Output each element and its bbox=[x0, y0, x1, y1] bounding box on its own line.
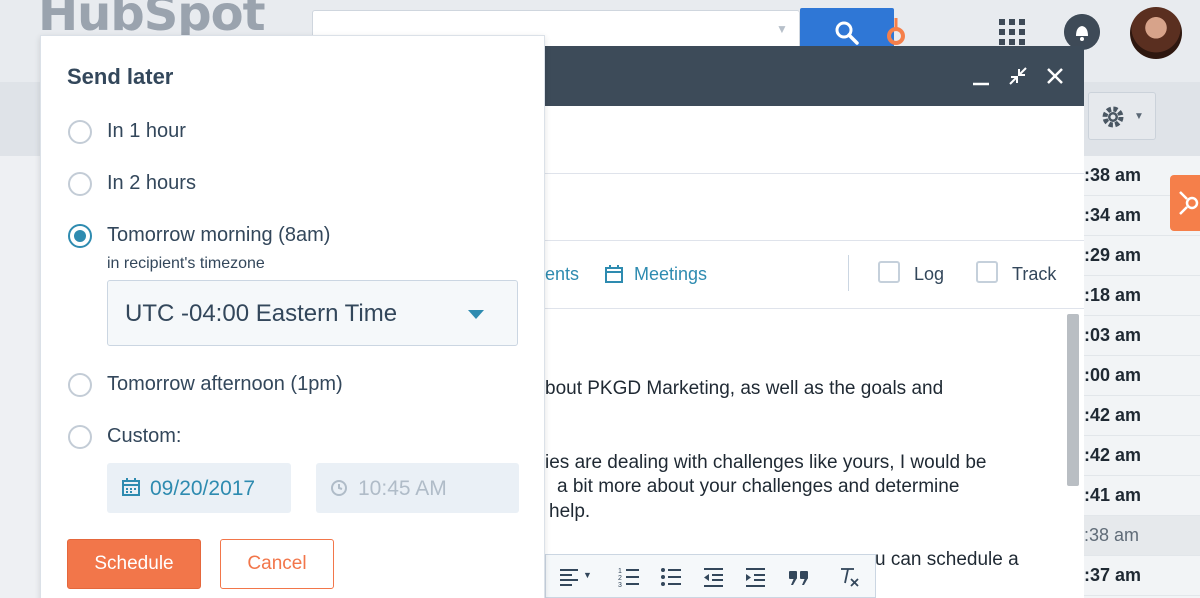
timestamp: :29 am bbox=[1084, 245, 1142, 265]
recipient-field[interactable] bbox=[545, 106, 1084, 174]
timestamp: :41 am bbox=[1084, 485, 1142, 505]
email-body-line[interactable]: help. bbox=[549, 501, 590, 523]
option-label[interactable]: Tomorrow afternoon (1pm) bbox=[107, 373, 343, 396]
timestamp: :38 am bbox=[1084, 165, 1142, 185]
svg-text:1: 1 bbox=[618, 568, 622, 575]
list-item: :37 am bbox=[1084, 556, 1200, 596]
clear-formatting-icon[interactable] bbox=[838, 566, 860, 588]
email-body-line[interactable]: ies are dealing with challenges like you… bbox=[545, 452, 986, 474]
timestamp: :42 am bbox=[1084, 445, 1142, 465]
svg-text:2: 2 bbox=[618, 575, 622, 582]
list-item: :29 am bbox=[1084, 236, 1200, 276]
notifications-bell-icon[interactable] bbox=[1064, 14, 1100, 50]
list-item: :42 am bbox=[1084, 396, 1200, 436]
timestamp: :42 am bbox=[1084, 405, 1142, 425]
list-item: :03 am bbox=[1084, 316, 1200, 356]
timezone-select[interactable]: UTC -04:00 Eastern Time bbox=[107, 280, 518, 346]
subject-field[interactable] bbox=[545, 174, 1084, 241]
timestamp: :38 am bbox=[1084, 525, 1140, 545]
sprocket-icon bbox=[887, 18, 905, 45]
collapse-icon[interactable] bbox=[1006, 64, 1030, 88]
list-item: :42 am bbox=[1084, 436, 1200, 476]
list-item: :41 am bbox=[1084, 476, 1200, 516]
timestamp: :18 am bbox=[1084, 285, 1142, 305]
formatting-toolbar: ▼ 123 bbox=[545, 554, 876, 598]
radio-in-2-hours[interactable] bbox=[68, 172, 92, 196]
option-label[interactable]: In 2 hours bbox=[107, 172, 196, 195]
log-checkbox[interactable] bbox=[878, 261, 900, 283]
email-body-line[interactable]: a bit more about your challenges and det… bbox=[557, 476, 959, 498]
timestamp: :34 am bbox=[1084, 205, 1142, 225]
list-item: :18 am bbox=[1084, 276, 1200, 316]
schedule-button-label: Schedule bbox=[94, 553, 174, 574]
cancel-button-label: Cancel bbox=[247, 553, 307, 574]
option-label[interactable]: Tomorrow morning (8am) bbox=[107, 224, 330, 247]
calendar-icon bbox=[605, 265, 623, 283]
compose-toolbar: ents Meetings Log Track bbox=[545, 241, 1084, 309]
align-icon[interactable] bbox=[558, 566, 580, 588]
numbered-list-icon[interactable]: 123 bbox=[618, 566, 640, 588]
list-item: :00 am bbox=[1084, 356, 1200, 396]
sprocket-icon bbox=[1179, 191, 1199, 215]
custom-date-input[interactable]: 09/20/2017 bbox=[107, 463, 291, 513]
outdent-icon[interactable] bbox=[702, 566, 724, 588]
sprocket-sidebar-tab[interactable] bbox=[1170, 175, 1200, 231]
toolbar-divider bbox=[848, 255, 849, 291]
list-item: :38 am bbox=[1084, 516, 1200, 556]
user-avatar[interactable] bbox=[1130, 7, 1182, 59]
svg-text:3: 3 bbox=[618, 582, 622, 588]
search-scope-chevron-icon[interactable]: ▼ bbox=[776, 22, 788, 36]
custom-date-value: 09/20/2017 bbox=[150, 477, 256, 500]
gear-icon bbox=[1102, 106, 1124, 128]
timestamp: :37 am bbox=[1084, 565, 1142, 585]
timezone-value: UTC -04:00 Eastern Time bbox=[125, 300, 398, 327]
timestamp: :03 am bbox=[1084, 325, 1142, 345]
chevron-down-icon bbox=[468, 310, 484, 319]
calendar-icon bbox=[122, 478, 140, 496]
option-label[interactable]: In 1 hour bbox=[107, 120, 186, 143]
indent-icon[interactable] bbox=[744, 566, 766, 588]
compose-header bbox=[545, 46, 1084, 106]
close-icon[interactable] bbox=[1043, 64, 1067, 88]
radio-tomorrow-morning[interactable] bbox=[68, 224, 92, 248]
popover-title: Send later bbox=[67, 64, 174, 89]
apps-grid-icon[interactable] bbox=[999, 19, 1025, 45]
option-label[interactable]: Custom: bbox=[107, 425, 181, 448]
search-icon[interactable] bbox=[834, 20, 860, 46]
send-later-popover: Send later In 1 hour In 2 hours Tomorrow… bbox=[40, 35, 545, 598]
email-body-line[interactable]: bout PKGD Marketing, as well as the goal… bbox=[545, 378, 943, 400]
radio-tomorrow-afternoon[interactable] bbox=[68, 373, 92, 397]
settings-chevron-down-icon: ▼ bbox=[1134, 111, 1144, 122]
minimize-icon[interactable] bbox=[969, 64, 993, 88]
documents-link[interactable]: ents bbox=[545, 264, 579, 285]
custom-time-placeholder: 10:45 AM bbox=[358, 477, 447, 500]
radio-custom[interactable] bbox=[68, 425, 92, 449]
email-body-line[interactable]: u can schedule a bbox=[875, 549, 1019, 571]
cancel-button[interactable]: Cancel bbox=[220, 539, 334, 589]
track-label: Track bbox=[1012, 264, 1057, 284]
radio-in-1-hour[interactable] bbox=[68, 120, 92, 144]
track-checkbox[interactable] bbox=[976, 261, 998, 283]
bulleted-list-icon[interactable] bbox=[660, 566, 682, 588]
clock-icon bbox=[331, 480, 347, 496]
align-chevron-down-icon[interactable]: ▼ bbox=[583, 570, 592, 580]
email-compose-window: ents Meetings Log Track bout PKGD Market… bbox=[545, 46, 1084, 598]
blockquote-icon[interactable] bbox=[788, 566, 810, 588]
meetings-link[interactable]: Meetings bbox=[634, 264, 707, 285]
compose-scrollbar[interactable] bbox=[1067, 314, 1079, 486]
timezone-note: in recipient's timezone bbox=[107, 255, 265, 272]
schedule-button[interactable]: Schedule bbox=[67, 539, 201, 589]
log-label: Log bbox=[914, 264, 945, 284]
custom-time-input[interactable]: 10:45 AM bbox=[316, 463, 519, 513]
timestamp: :00 am bbox=[1084, 365, 1142, 385]
